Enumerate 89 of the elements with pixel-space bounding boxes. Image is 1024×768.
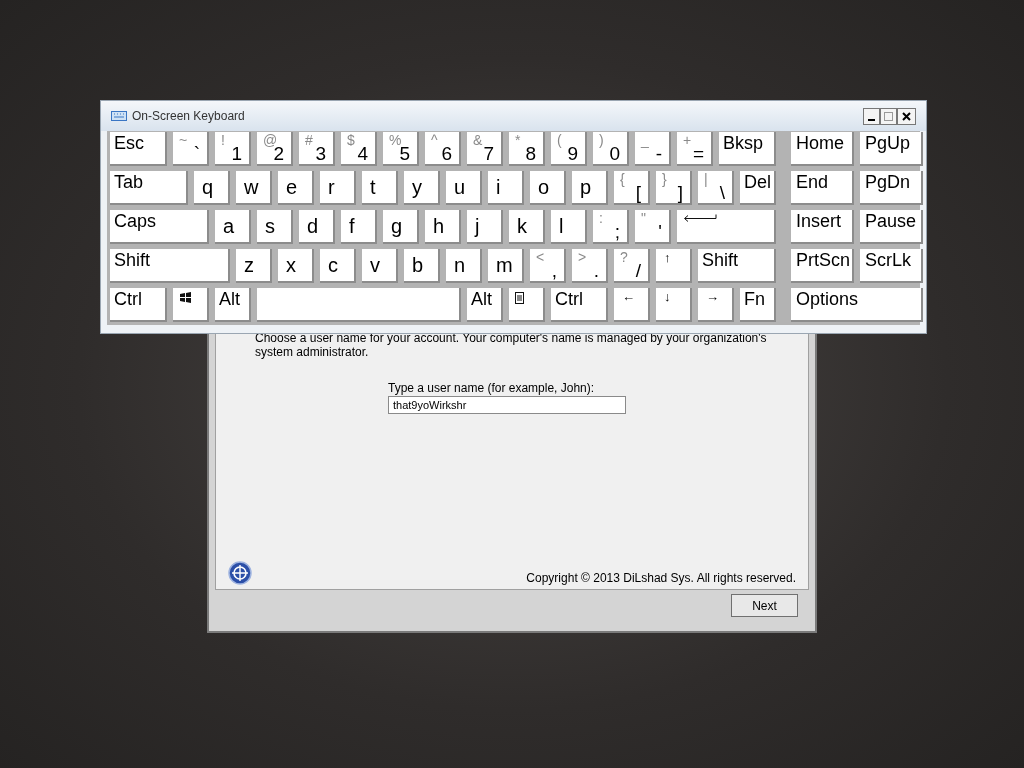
key[interactable]: & 7: [467, 132, 503, 166]
key[interactable]: a: [215, 210, 251, 244]
key[interactable]: b: [404, 249, 440, 283]
key[interactable]: PgUp: [860, 132, 923, 166]
key[interactable]: Alt: [467, 288, 503, 322]
key[interactable]: : ;: [593, 210, 629, 244]
key[interactable]: j: [467, 210, 503, 244]
enter-arrow-icon: [683, 214, 717, 222]
keyboard-icon: [111, 111, 127, 121]
key[interactable]: z: [236, 249, 272, 283]
key[interactable]: Caps: [110, 210, 209, 244]
key[interactable]: p: [572, 171, 608, 205]
key[interactable]: | \: [698, 171, 734, 205]
key[interactable]: k: [509, 210, 545, 244]
key[interactable]: Fn: [740, 288, 776, 322]
key[interactable]: Bksp: [719, 132, 776, 166]
key[interactable]: * 8: [509, 132, 545, 166]
key[interactable]: d: [299, 210, 335, 244]
arrow-key[interactable]: ↑: [656, 249, 692, 283]
key[interactable]: @ 2: [257, 132, 293, 166]
copyright-text: Copyright © 2013 DiLshad Sys. All rights reserved.: [526, 571, 796, 585]
key[interactable]: Shift: [698, 249, 776, 283]
key[interactable]: % 5: [383, 132, 419, 166]
user-name-field[interactable]: that9yoWirkshr: [388, 396, 626, 414]
key[interactable]: r: [320, 171, 356, 205]
minimize-button[interactable]: [863, 107, 880, 125]
key[interactable]: } ]: [656, 171, 692, 205]
maximize-button[interactable]: [880, 107, 897, 125]
menu-icon: [515, 292, 524, 304]
key[interactable]: g: [383, 210, 419, 244]
key[interactable]: c: [320, 249, 356, 283]
key[interactable]: Ctrl: [551, 288, 608, 322]
key[interactable]: Alt: [215, 288, 251, 322]
key[interactable]: i: [488, 171, 524, 205]
key[interactable]: ) 0: [593, 132, 629, 166]
next-button[interactable]: Next: [731, 594, 798, 617]
enter-key[interactable]: [677, 210, 776, 244]
key[interactable]: ^ 6: [425, 132, 461, 166]
key[interactable]: l: [551, 210, 587, 244]
key[interactable]: x: [278, 249, 314, 283]
key[interactable]: n: [446, 249, 482, 283]
key[interactable]: Tab: [110, 171, 188, 205]
key[interactable]: Esc: [110, 132, 167, 166]
key[interactable]: End: [791, 171, 854, 205]
arrow-key[interactable]: ↓: [656, 288, 692, 322]
key[interactable]: f: [341, 210, 377, 244]
key[interactable]: # 3: [299, 132, 335, 166]
menu-key[interactable]: [509, 288, 545, 322]
close-button[interactable]: [897, 107, 916, 125]
key[interactable]: PrtScn: [791, 249, 854, 283]
key[interactable]: e: [278, 171, 314, 205]
key[interactable]: v: [362, 249, 398, 283]
key[interactable]: Insert: [791, 210, 854, 244]
arrow-key[interactable]: →: [698, 288, 734, 322]
window-title: On-Screen Keyboard: [132, 108, 245, 125]
key[interactable]: Shift: [110, 249, 230, 283]
key[interactable]: Options: [791, 288, 923, 322]
key[interactable]: q: [194, 171, 230, 205]
key[interactable]: Pause: [860, 210, 923, 244]
key[interactable]: > .: [572, 249, 608, 283]
key[interactable]: < ,: [530, 249, 566, 283]
key[interactable]: y: [404, 171, 440, 205]
key[interactable]: Del: [740, 171, 776, 205]
key[interactable]: Home: [791, 132, 854, 166]
key[interactable]: ! 1: [215, 132, 251, 166]
key[interactable]: s: [257, 210, 293, 244]
key[interactable]: ? /: [614, 249, 650, 283]
key[interactable]: t: [362, 171, 398, 205]
arrow-key[interactable]: ←: [614, 288, 650, 322]
key[interactable]: o: [530, 171, 566, 205]
key[interactable]: ( 9: [551, 132, 587, 166]
windows-icon: [179, 292, 192, 303]
field-label: Type a user name (for example, John):: [388, 381, 596, 395]
key[interactable]: Ctrl: [110, 288, 167, 322]
key[interactable]: ~ `: [173, 132, 209, 166]
key[interactable]: + =: [677, 132, 713, 166]
key[interactable]: $ 4: [341, 132, 377, 166]
key[interactable]: ScrLk: [860, 249, 923, 283]
key[interactable]: PgDn: [860, 171, 923, 205]
key[interactable]: u: [446, 171, 482, 205]
key[interactable]: " ': [635, 210, 671, 244]
key[interactable]: { [: [614, 171, 650, 205]
key[interactable]: w: [236, 171, 272, 205]
space-key[interactable]: [257, 288, 461, 322]
close-icon: [902, 111, 911, 121]
key[interactable]: _ -: [635, 132, 671, 166]
key[interactable]: m: [488, 249, 524, 283]
key[interactable]: h: [425, 210, 461, 244]
windows-key[interactable]: [173, 288, 209, 322]
